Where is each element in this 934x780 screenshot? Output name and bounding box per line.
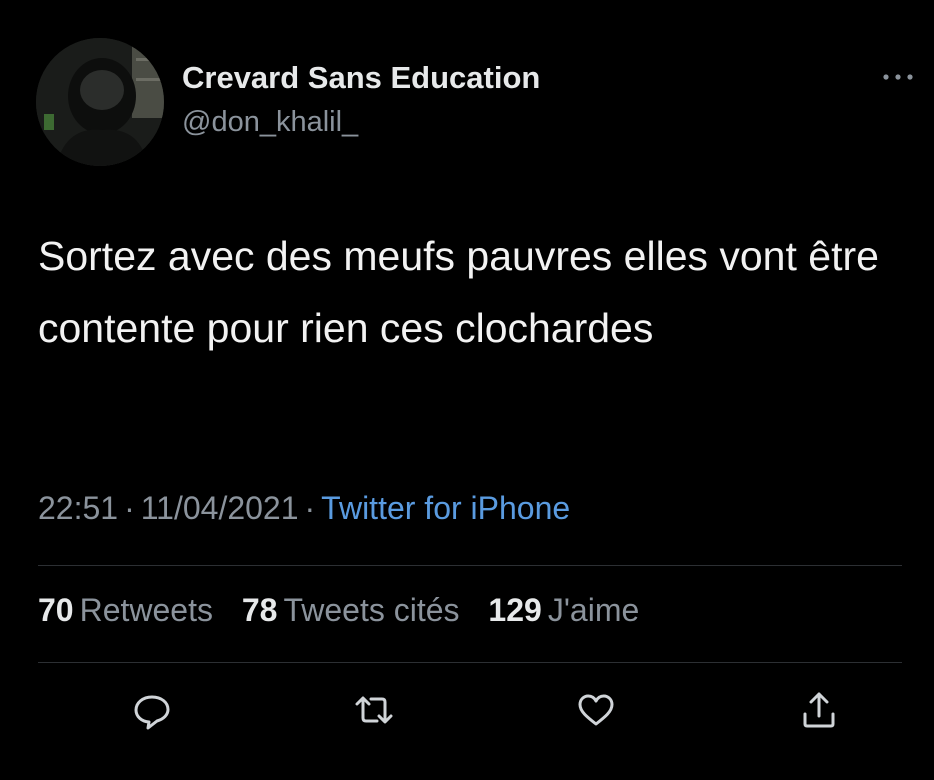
like-button[interactable] (574, 688, 618, 732)
retweets-stat[interactable]: 70 Retweets (38, 592, 213, 628)
stat-count: 78 (241, 592, 278, 628)
display-name[interactable]: Crevard Sans Education (182, 60, 540, 96)
avatar[interactable] (36, 38, 164, 166)
stat-count: 129 (488, 592, 542, 628)
tweet-date[interactable]: 11/04/2021 (141, 490, 299, 526)
stat-count: 70 (38, 592, 74, 628)
divider (38, 662, 902, 663)
more-options-icon (883, 74, 913, 80)
user-handle[interactable]: @don_khalil_ (182, 106, 358, 139)
quote-tweets-stat[interactable]: 78 Tweets cités (242, 592, 460, 628)
likes-stat[interactable]: 129 J'aime (488, 592, 639, 628)
stat-label: Tweets cités (283, 592, 460, 628)
stat-label: J'aime (547, 592, 640, 628)
share-button[interactable] (797, 688, 841, 732)
like-icon (578, 694, 614, 726)
reply-button[interactable] (130, 688, 174, 732)
share-icon (803, 692, 835, 728)
retweet-icon (355, 696, 393, 724)
tweet-card: Crevard Sans Education @don_khalil_ Sort… (0, 0, 934, 780)
meta-separator: · (124, 490, 135, 526)
tweet-time: 22:51 (38, 490, 119, 526)
meta-separator: · (304, 490, 316, 526)
tweet-metadata: 22:51 · 11/04/2021 · Twitter for iPhone (38, 490, 570, 527)
stat-label: Retweets (79, 592, 213, 628)
more-options-button[interactable] (876, 62, 920, 92)
tweet-text: Sortez avec des meufs pauvres elles vont… (38, 233, 879, 351)
divider (38, 565, 902, 566)
avatar-photo-icon (36, 38, 164, 166)
retweet-button[interactable] (352, 688, 396, 732)
reply-icon (134, 695, 170, 730)
tweet-source-link[interactable]: Twitter for iPhone (321, 490, 570, 526)
tweet-stats: 70 Retweets 78 Tweets cités 129 J'aime (38, 592, 659, 629)
tweet-actions-bar (0, 688, 934, 738)
